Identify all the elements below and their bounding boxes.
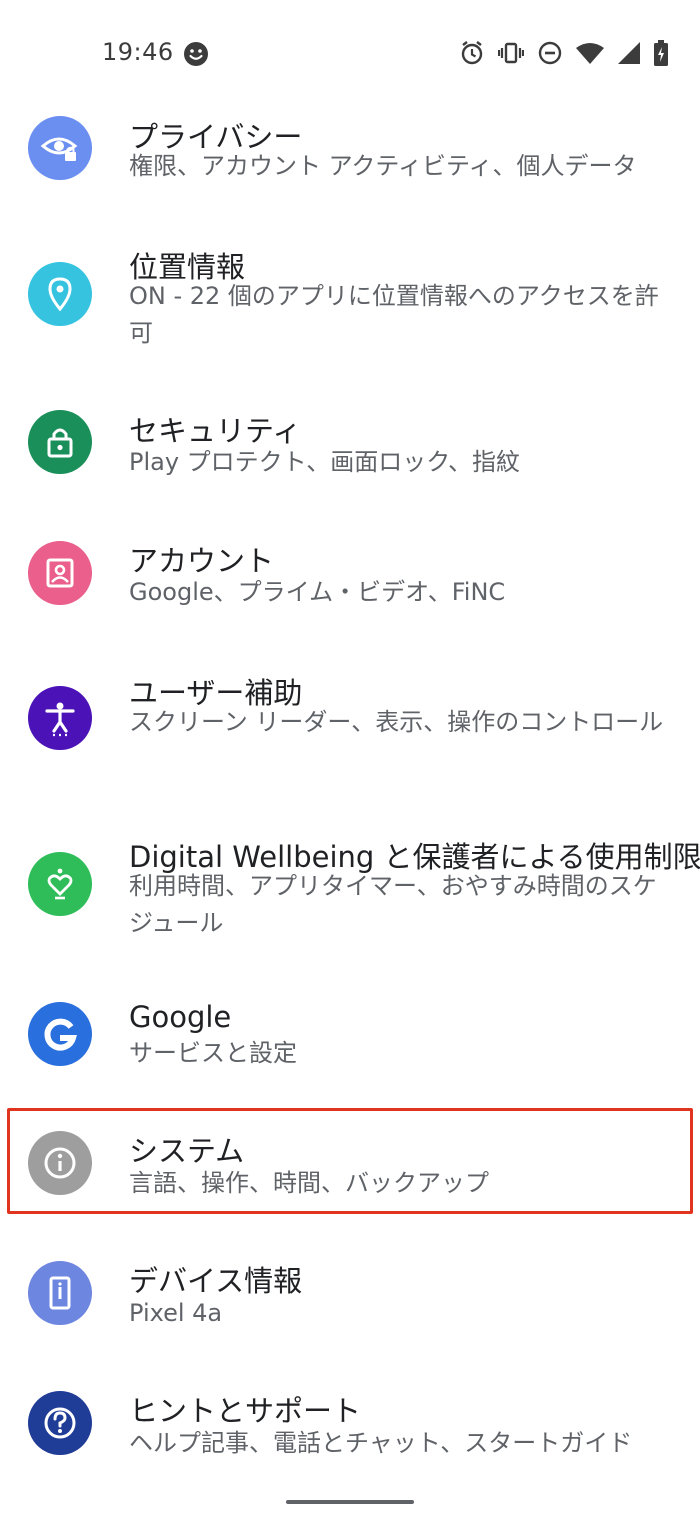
privacy-eye-icon: [28, 116, 92, 180]
alarm-icon: [460, 40, 484, 66]
settings-item-help[interactable]: ヒントとサポート ヘルプ記事、電話とチャット、スタートガイド: [0, 1388, 700, 1488]
item-title: ヒントとサポート: [129, 1394, 362, 1428]
gesture-nav-handle[interactable]: [286, 1500, 414, 1504]
battery-charging-icon: [654, 40, 668, 66]
vibrate-icon: [498, 41, 524, 65]
item-title: システム: [129, 1134, 245, 1168]
help-icon: [28, 1391, 92, 1455]
settings-item-digital-wellbeing[interactable]: Digital Wellbeing と保護者による使用制限 利用時間、アプリタイ…: [0, 834, 700, 954]
item-subtitle: 利用時間、アプリタイマー、おやすみ時間のスケジュール: [129, 872, 657, 937]
item-subtitle: 権限、アカウント アクティビティ、個人データ: [129, 152, 637, 180]
lock-icon: [28, 410, 92, 474]
item-subtitle: Google、プライム・ビデオ、FiNC: [129, 578, 506, 606]
item-subtitle: 言語、操作、時間、バックアップ: [129, 1169, 489, 1197]
item-subtitle: サービスと設定: [129, 1039, 297, 1067]
item-subtitle: ヘルプ記事、電話とチャット、スタートガイド: [129, 1429, 633, 1457]
wellbeing-heart-icon: [28, 852, 92, 916]
wifi-icon: [576, 42, 604, 64]
status-bar: 19:46: [0, 0, 700, 108]
settings-item-location[interactable]: 位置情報 ON - 22 個のアプリに位置情報へのアクセスを許可: [0, 242, 700, 362]
face-icon: [183, 41, 209, 67]
do-not-disturb-icon: [538, 41, 562, 65]
signal-icon: [618, 42, 640, 64]
item-subtitle: スクリーン リーダー、表示、操作のコントロール: [129, 708, 664, 736]
item-subtitle: Pixel 4a: [129, 1299, 223, 1327]
settings-item-privacy[interactable]: プライバシー 権限、アカウント アクティビティ、個人データ: [0, 112, 700, 232]
settings-item-google[interactable]: Google サービスと設定: [0, 1000, 700, 1100]
item-subtitle: Play プロテクト、画面ロック、指紋: [129, 448, 521, 476]
item-subtitle: ON - 22 個のアプリに位置情報へのアクセスを許可: [129, 282, 659, 347]
item-title: デバイス情報: [129, 1264, 303, 1298]
status-time: 19:46: [102, 38, 174, 66]
account-box-icon: [28, 541, 92, 605]
info-icon: [28, 1131, 92, 1195]
item-title: Google: [129, 1000, 232, 1034]
settings-item-account[interactable]: アカウント Google、プライム・ビデオ、FiNC: [0, 538, 700, 648]
settings-item-device-info[interactable]: デバイス情報 Pixel 4a: [0, 1258, 700, 1358]
settings-item-security[interactable]: セキュリティ Play プロテクト、画面ロック、指紋: [0, 408, 700, 518]
phone-info-icon: [28, 1261, 92, 1325]
google-g-icon: [28, 1002, 92, 1066]
accessibility-icon: [28, 686, 92, 750]
settings-item-accessibility[interactable]: ユーザー補助 スクリーン リーダー、表示、操作のコントロール: [0, 668, 700, 788]
settings-item-system[interactable]: システム 言語、操作、時間、バックアップ: [0, 1128, 700, 1208]
location-pin-icon: [28, 262, 92, 326]
